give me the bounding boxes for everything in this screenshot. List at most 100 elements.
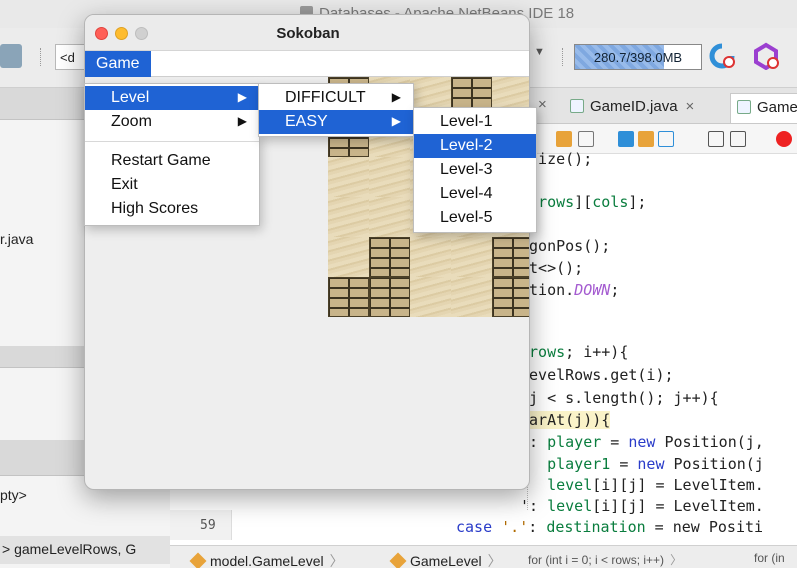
find-selection-icon[interactable] <box>658 131 674 147</box>
code-line: m[rows][cols]; <box>520 193 646 211</box>
menu-item-high-scores[interactable]: High Scores <box>85 197 259 221</box>
level-submenu: DIFFICULT ▶ EASY ▶ <box>258 83 414 137</box>
code-token: DOWN <box>574 281 611 299</box>
code-text: = new Positi <box>645 518 764 536</box>
menu-item-level-2[interactable]: Level-2 <box>414 134 536 158</box>
tab-game[interactable]: Game <box>730 93 797 123</box>
code-token: j < s.length(); j++){ <box>520 389 719 407</box>
code-token: new <box>637 455 665 473</box>
code-token: [i][j] = LevelItem. <box>592 497 764 515</box>
game-menu: Level ▶ Zoom ▶ Restart Game Exit High Scor… <box>84 83 260 226</box>
code-token: ': <box>520 497 548 515</box>
close-icon[interactable]: × <box>686 98 695 115</box>
breadcrumb-label: model.GameLevel <box>210 553 324 568</box>
floor-tile <box>451 237 492 277</box>
code-token: = <box>610 455 638 473</box>
history-icon[interactable] <box>556 131 572 147</box>
floor-tile <box>369 157 410 197</box>
menu-item-level-3[interactable]: Level-3 <box>414 158 536 182</box>
chevron-right-icon: ▶ <box>391 114 401 128</box>
code-token: ]; <box>628 193 647 211</box>
line-number: 59 <box>200 518 216 533</box>
chevron-right-icon: ▶ <box>391 90 401 104</box>
class-icon <box>389 552 407 568</box>
menu-item-label: Level <box>111 89 150 106</box>
menu-item-label: Zoom <box>111 113 152 130</box>
code-line: ': player = new Position(j, <box>520 433 764 451</box>
profiler-icon[interactable] <box>752 42 780 70</box>
record-macro-icon[interactable] <box>776 131 792 147</box>
chevron-right-icon: 〉 <box>487 553 502 568</box>
chevron-right-icon: 〉 <box>670 553 683 567</box>
tab-label: GameID.java <box>590 98 678 115</box>
code-token: LevelRows.get(i); <box>520 366 674 384</box>
floor-tile <box>328 197 369 237</box>
wall-tile <box>369 237 410 277</box>
java-file-icon <box>737 100 751 114</box>
shift-right-icon[interactable] <box>730 131 746 147</box>
code-token: harAt(j)){ <box>520 411 611 429</box>
code-token: ; <box>610 281 620 299</box>
menu-item-level-1[interactable]: Level-1 <box>414 110 536 134</box>
find-next-icon[interactable] <box>638 131 654 147</box>
floor-tile <box>451 277 492 317</box>
code-line: j < s.length(); j++){ <box>520 389 719 407</box>
code-token: new <box>628 433 656 451</box>
code-token: [i][j] = LevelItem. <box>592 476 764 494</box>
breadcrumb-item[interactable]: for (in <box>754 551 785 565</box>
code-line: harAt(j)){ <box>520 411 611 429</box>
menu-item-label: EASY <box>285 113 328 130</box>
code-text: : <box>528 518 538 536</box>
code-token: rows <box>529 343 566 361</box>
editor-tabs: GameID.java × Game <box>530 88 797 124</box>
select-icon[interactable] <box>578 131 594 147</box>
memory-usage-bar[interactable]: 280.7/398.0MB <box>574 44 702 70</box>
file-label[interactable]: r.java <box>0 231 33 247</box>
code-token: player <box>547 433 602 451</box>
breadcrumb-label: GameLevel <box>410 553 482 568</box>
keyword: case <box>456 518 493 536</box>
toolbar-separator <box>40 48 42 66</box>
code-line: rows; i++){ <box>520 343 628 361</box>
code-line: player1 = new Position(j <box>520 455 764 473</box>
code-token: level <box>547 497 593 515</box>
gc-icon[interactable] <box>708 42 736 70</box>
menu-item-restart-game[interactable]: Restart Game <box>85 149 259 173</box>
menu-item-level-5[interactable]: Level-5 <box>414 206 536 230</box>
code-token: rows <box>538 193 575 211</box>
menu-item-zoom[interactable]: Zoom ▶ <box>85 110 259 134</box>
undo-icon[interactable] <box>0 44 22 68</box>
breadcrumb-item[interactable]: model.GameLevel 〉 <box>189 551 350 568</box>
empty-label: pty> <box>0 487 27 503</box>
memory-usage-text: 280.7/398.0MB <box>593 50 683 65</box>
breadcrumb-item[interactable]: GameLevel 〉 <box>389 551 508 568</box>
chevron-down-icon[interactable]: ▼ <box>534 46 545 58</box>
code-token: ; i++){ <box>565 343 629 361</box>
menu-item-easy[interactable]: EASY ▶ <box>259 110 413 134</box>
tab-label: Game <box>757 99 797 116</box>
navigator-status: > gameLevelRows, G <box>0 536 170 564</box>
code-token: cols <box>592 193 629 211</box>
menu-item-exit[interactable]: Exit <box>85 173 259 197</box>
wall-tile <box>492 277 529 317</box>
toolbar-separator <box>562 48 564 66</box>
field-name: destination <box>546 518 646 536</box>
sokoban-title-bar[interactable]: Sokoban <box>85 15 529 51</box>
breadcrumb-item[interactable]: for (int i = 0; i < rows; i++) 〉 <box>528 551 688 568</box>
shift-left-icon[interactable] <box>708 131 724 147</box>
menu-game[interactable]: Game <box>85 51 151 77</box>
find-previous-icon[interactable] <box>618 131 634 147</box>
code-line: ': level[i][j] = LevelItem. <box>520 497 764 515</box>
close-icon[interactable]: × <box>538 96 547 113</box>
menu-bar: Game <box>85 51 529 77</box>
menu-item-difficult[interactable]: DIFFICULT ▶ <box>259 86 413 110</box>
menu-separator <box>85 141 259 142</box>
code-line: ction.DOWN; <box>520 281 619 299</box>
menu-item-level[interactable]: Level ▶ <box>85 86 259 110</box>
tab-gameid[interactable]: GameID.java × <box>564 93 700 123</box>
menu-item-level-4[interactable]: Level-4 <box>414 182 536 206</box>
code-token: ][ <box>574 193 593 211</box>
code-token: Position(j, <box>655 433 764 451</box>
code-line: level[i][j] = LevelItem. <box>520 476 764 494</box>
floor-tile <box>328 237 369 277</box>
